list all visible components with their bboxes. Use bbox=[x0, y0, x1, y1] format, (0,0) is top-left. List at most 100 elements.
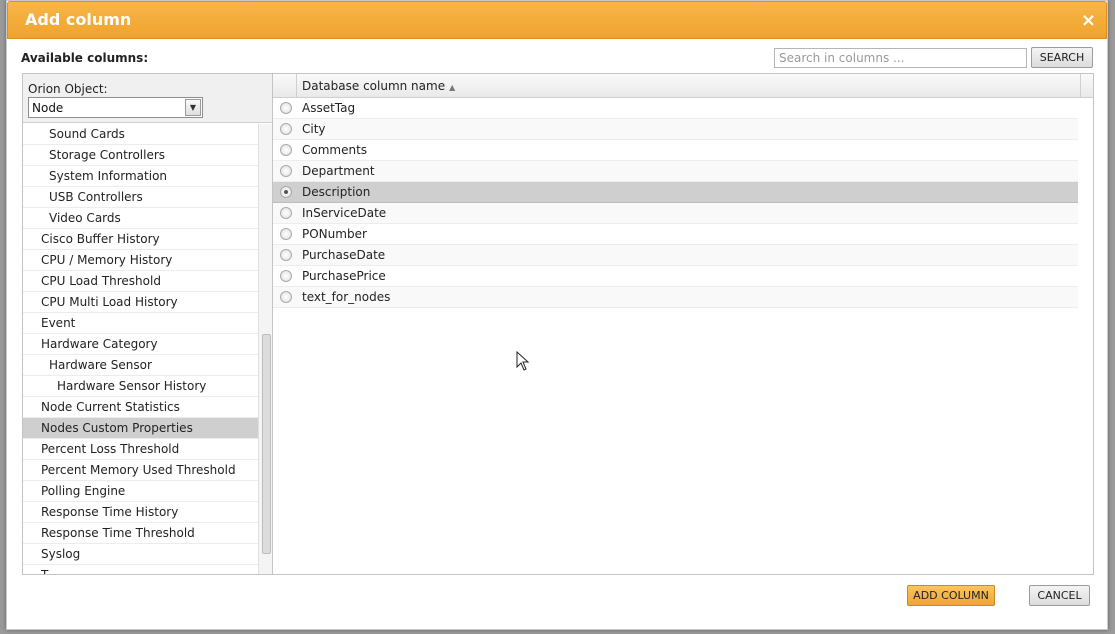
table-row[interactable]: PONumber bbox=[273, 224, 1078, 245]
column-name: AssetTag bbox=[302, 101, 356, 115]
table-row[interactable]: AssetTag bbox=[273, 98, 1078, 119]
columns-browser: Orion Object: Node ▼ Sound Cards Storage … bbox=[22, 73, 1094, 575]
tree-item[interactable]: Response Time Threshold bbox=[23, 523, 258, 544]
tree-item-label: Event bbox=[41, 316, 76, 330]
column-radio[interactable] bbox=[280, 291, 292, 303]
tree-item[interactable]: Node Current Statistics bbox=[23, 397, 258, 418]
tree-item[interactable]: USB Controllers bbox=[23, 187, 258, 208]
object-tree-pane: Orion Object: Node ▼ Sound Cards Storage … bbox=[23, 74, 273, 574]
dialog-title: Add column bbox=[25, 10, 132, 29]
tree-item[interactable]: Hardware Sensor History bbox=[23, 376, 258, 397]
tree-item[interactable]: CPU / Memory History bbox=[23, 250, 258, 271]
tree-item[interactable]: Sound Cards bbox=[23, 124, 258, 145]
tree-item-label: T... bbox=[41, 568, 58, 574]
sort-ascending-icon: ▲ bbox=[449, 83, 456, 92]
tree-item-label: Response Time Threshold bbox=[41, 526, 195, 540]
column-radio[interactable] bbox=[280, 165, 292, 177]
column-name-header[interactable]: Database column name ▲ bbox=[302, 79, 455, 93]
object-tree-list: Sound Cards Storage Controllers System Inf… bbox=[23, 124, 258, 574]
column-name: text_for_nodes bbox=[302, 290, 391, 304]
orion-object-dropdown[interactable]: Node ▼ bbox=[28, 97, 203, 118]
column-radio[interactable] bbox=[280, 144, 292, 156]
table-row[interactable]: PurchasePrice bbox=[273, 266, 1078, 287]
tree-item-label: USB Controllers bbox=[49, 190, 143, 204]
table-row[interactable]: Department bbox=[273, 161, 1078, 182]
tree-item-label: CPU Load Threshold bbox=[41, 274, 161, 288]
orion-object-label: Orion Object: bbox=[28, 82, 108, 96]
tree-item[interactable]: Cisco Buffer History bbox=[23, 229, 258, 250]
tree-item[interactable]: Response Time History bbox=[23, 502, 258, 523]
tree-item-label: Response Time History bbox=[41, 505, 179, 519]
tree-item[interactable]: Event bbox=[23, 313, 258, 334]
tree-item-label: System Information bbox=[49, 169, 168, 183]
tree-item[interactable]: Percent Memory Used Threshold bbox=[23, 460, 258, 481]
tree-item-label: Percent Memory Used Threshold bbox=[41, 463, 236, 477]
tree-scrollbar[interactable] bbox=[258, 124, 272, 574]
tree-item[interactable]: Video Cards bbox=[23, 208, 258, 229]
tree-item[interactable]: Hardware Sensor bbox=[23, 355, 258, 376]
chevron-down-icon[interactable]: ▼ bbox=[185, 99, 201, 116]
column-radio[interactable] bbox=[280, 102, 292, 114]
table-row[interactable]: InServiceDate bbox=[273, 203, 1078, 224]
table-row[interactable]: Comments bbox=[273, 140, 1078, 161]
tree-item-label: Hardware Sensor bbox=[49, 358, 152, 372]
header-select-cell bbox=[273, 74, 297, 97]
add-column-dialog: Add column × Available columns: SEARCH O… bbox=[6, 0, 1108, 630]
column-radio[interactable] bbox=[280, 207, 292, 219]
table-row[interactable]: Description bbox=[273, 182, 1078, 203]
tree-item[interactable]: Storage Controllers bbox=[23, 145, 258, 166]
add-column-button[interactable]: ADD COLUMN bbox=[907, 585, 995, 606]
column-radio[interactable] bbox=[280, 249, 292, 261]
tree-item-label: Cisco Buffer History bbox=[41, 232, 160, 246]
tree-item-label: CPU Multi Load History bbox=[41, 295, 178, 309]
search-button[interactable]: SEARCH bbox=[1031, 47, 1093, 68]
column-radio[interactable] bbox=[280, 123, 292, 135]
column-name: Comments bbox=[302, 143, 368, 157]
column-radio[interactable] bbox=[280, 270, 292, 282]
column-name: PurchasePrice bbox=[302, 269, 386, 283]
columns-table-pane: Database column name ▲ AssetTag City Commen… bbox=[273, 74, 1093, 574]
cancel-button[interactable]: CANCEL bbox=[1029, 585, 1090, 606]
tree-item-label: Polling Engine bbox=[41, 484, 126, 498]
tree-item-label: Video Cards bbox=[49, 211, 121, 225]
tree-item-label: Storage Controllers bbox=[49, 148, 166, 162]
column-name: PONumber bbox=[302, 227, 367, 241]
column-name: City bbox=[302, 122, 326, 136]
tree-item[interactable]: T... bbox=[23, 565, 258, 574]
tree-item-label: CPU / Memory History bbox=[41, 253, 173, 267]
tree-item-label: Hardware Category bbox=[41, 337, 158, 351]
mouse-pointer-icon bbox=[516, 351, 530, 371]
column-name: Description bbox=[302, 185, 371, 199]
column-radio[interactable] bbox=[280, 228, 292, 240]
orion-object-selector: Orion Object: Node ▼ bbox=[23, 74, 272, 123]
column-name: Department bbox=[302, 164, 375, 178]
columns-table-header: Database column name ▲ bbox=[273, 74, 1093, 98]
tree-scrollbar-thumb[interactable] bbox=[262, 334, 271, 554]
header-divider bbox=[1080, 74, 1081, 97]
tree-item[interactable]: Syslog bbox=[23, 544, 258, 565]
tree-item-label: Percent Loss Threshold bbox=[41, 442, 180, 456]
search-input[interactable] bbox=[774, 48, 1027, 68]
tree-item-label: Node Current Statistics bbox=[41, 400, 180, 414]
tree-item[interactable]: Percent Loss Threshold bbox=[23, 439, 258, 460]
tree-item[interactable]: Hardware Category bbox=[23, 334, 258, 355]
table-row[interactable]: text_for_nodes bbox=[273, 287, 1078, 308]
dialog-titlebar: Add column × bbox=[7, 1, 1107, 39]
close-icon[interactable]: × bbox=[1081, 10, 1096, 31]
tree-item[interactable]: CPU Load Threshold bbox=[23, 271, 258, 292]
tree-item-label: Nodes Custom Properties bbox=[41, 421, 193, 435]
column-radio[interactable] bbox=[280, 186, 292, 198]
tree-item-label: Syslog bbox=[41, 547, 81, 561]
table-row[interactable]: City bbox=[273, 119, 1078, 140]
orion-object-value: Node bbox=[32, 101, 64, 115]
columns-table-body: AssetTag City Comments Department Descriptio… bbox=[273, 98, 1078, 308]
column-name-header-label: Database column name bbox=[302, 79, 446, 93]
tree-item[interactable]: Nodes Custom Properties bbox=[23, 418, 258, 439]
available-columns-label: Available columns: bbox=[21, 51, 149, 65]
table-row[interactable]: PurchaseDate bbox=[273, 245, 1078, 266]
tree-item-label: Hardware Sensor History bbox=[57, 379, 207, 393]
tree-item[interactable]: CPU Multi Load History bbox=[23, 292, 258, 313]
tree-item[interactable]: System Information bbox=[23, 166, 258, 187]
column-name: PurchaseDate bbox=[302, 248, 386, 262]
tree-item[interactable]: Polling Engine bbox=[23, 481, 258, 502]
